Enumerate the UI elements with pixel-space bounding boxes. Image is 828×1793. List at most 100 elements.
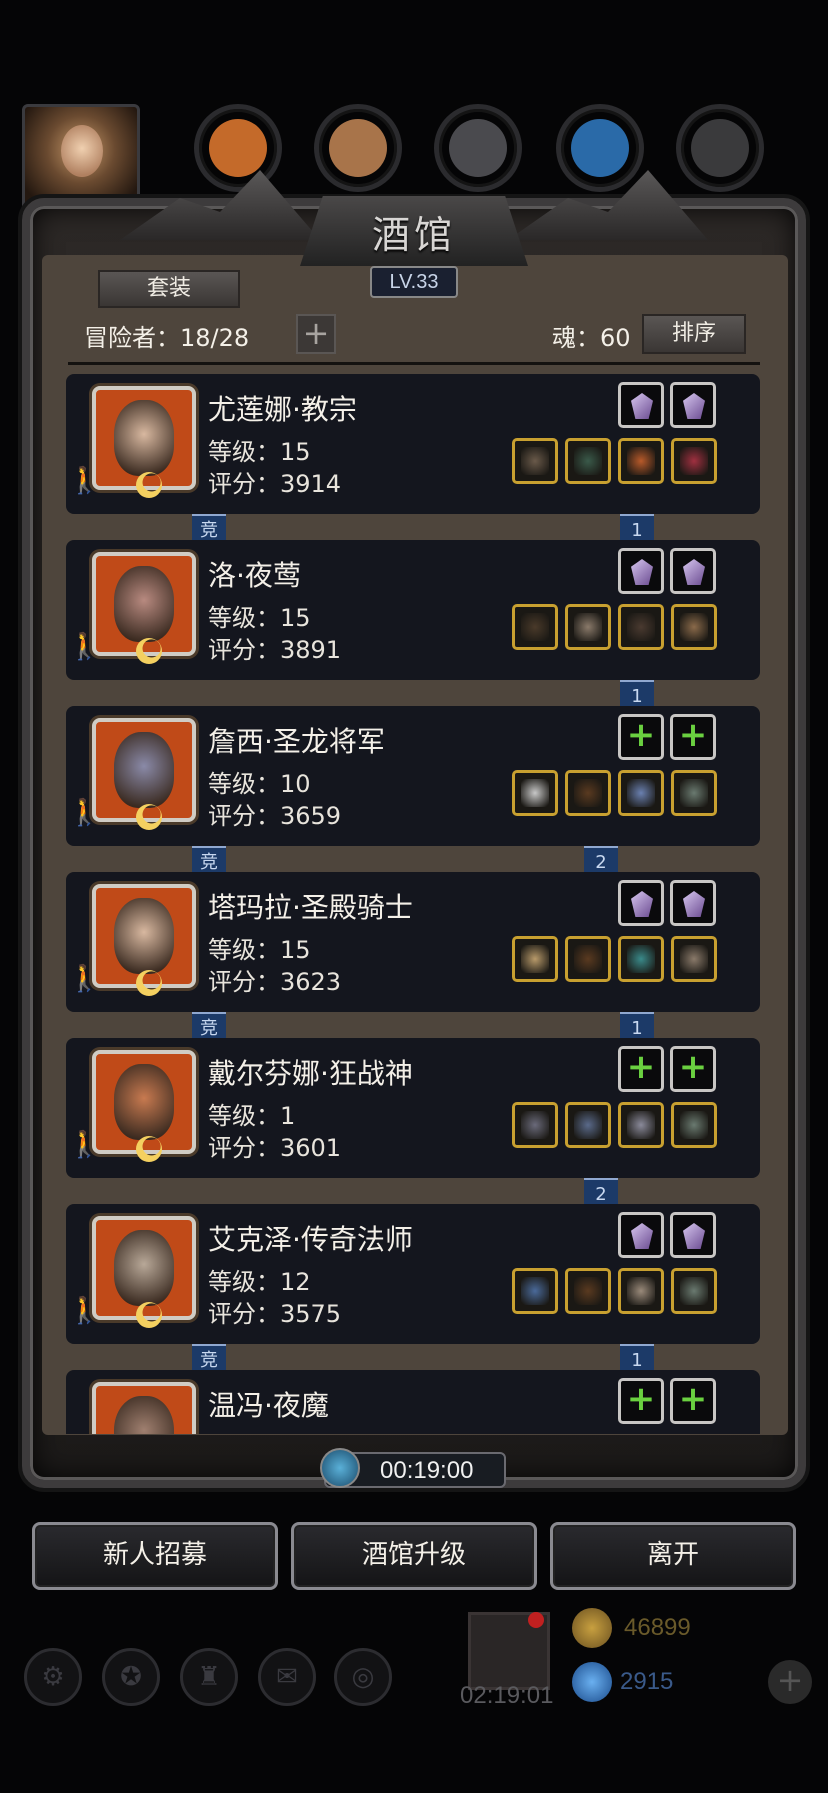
hero-card[interactable]: 🚶 洛·夜莺 等级：15 评分：3891 <box>66 540 760 680</box>
equipment-slot[interactable] <box>671 770 717 816</box>
hero-card[interactable]: 🚶 艾克泽·传奇法师 等级：12 评分：3575 <box>66 1204 760 1344</box>
hero-portrait[interactable] <box>92 1382 196 1434</box>
hero-name: 詹西·圣龙将军 <box>208 725 385 758</box>
empty-gem-slot[interactable]: + <box>618 1378 664 1424</box>
soul-gem-slot[interactable] <box>618 548 664 594</box>
hero-portrait[interactable] <box>92 1216 196 1328</box>
hero-portrait[interactable] <box>92 386 196 498</box>
tavern-level-badge: LV.33 <box>370 266 458 298</box>
equipment-slot[interactable] <box>565 438 611 484</box>
equipment-slot[interactable] <box>671 1268 717 1314</box>
add-adventurer-slot-button[interactable]: + <box>296 314 336 354</box>
set-button[interactable]: 套装 <box>98 270 240 308</box>
equipment-slot[interactable] <box>512 604 558 650</box>
equipment-icon <box>680 613 708 641</box>
soul-gem-icon <box>631 559 653 585</box>
soul-gem-slot[interactable] <box>670 880 716 926</box>
crystal-resource-icon[interactable] <box>556 104 644 192</box>
equipment-slot[interactable] <box>565 770 611 816</box>
empty-gem-slot[interactable]: + <box>670 714 716 760</box>
equipment-slot[interactable] <box>512 1102 558 1148</box>
hero-score: 评分：3914 <box>208 470 342 498</box>
equipment-slot[interactable] <box>671 936 717 982</box>
running-figure-icon: 🚶 <box>68 798 101 828</box>
empty-gem-slot[interactable]: + <box>670 1046 716 1092</box>
meat-resource-icon[interactable] <box>194 104 282 192</box>
emblem-icon[interactable]: ✪ <box>102 1648 160 1706</box>
running-figure-icon: 🚶 <box>68 466 101 496</box>
leave-button[interactable]: 离开 <box>550 1522 796 1590</box>
equipment-slot[interactable] <box>565 936 611 982</box>
hero-portrait[interactable] <box>92 1050 196 1162</box>
hero-score: 评分：3601 <box>208 1134 342 1162</box>
add-currency-icon[interactable]: + <box>768 1660 812 1704</box>
soul-gem-slot[interactable] <box>618 382 664 428</box>
equipment-icon <box>574 1111 602 1139</box>
hero-list[interactable]: 🚶 尤莲娜·教宗 等级：15 评分：3914 竞 1 🚶 洛·夜莺 等级：15 评分：3891 1… <box>66 374 760 1434</box>
moon-icon <box>136 472 162 498</box>
equipment-slot[interactable] <box>618 438 664 484</box>
tavern-upgrade-button[interactable]: 酒馆升级 <box>291 1522 537 1590</box>
stone-resource-icon[interactable] <box>434 104 522 192</box>
hero-card[interactable]: 🚶 戴尔芬娜·狂战神 等级：1 评分：3601 + + <box>66 1038 760 1178</box>
equipment-slot[interactable] <box>512 1268 558 1314</box>
castle-icon[interactable]: ♜ <box>180 1648 238 1706</box>
hero-card[interactable]: 🚶 尤莲娜·教宗 等级：15 评分：3914 <box>66 374 760 514</box>
globe-icon[interactable]: ◎ <box>334 1648 392 1706</box>
iron-resource-icon[interactable] <box>676 104 764 192</box>
panel-title: 酒馆 <box>371 212 456 257</box>
soul-gem-slot[interactable] <box>618 1212 664 1258</box>
empty-gem-slot[interactable]: + <box>670 1378 716 1424</box>
hero-portrait[interactable] <box>92 552 196 664</box>
soul-gem-slot[interactable] <box>670 548 716 594</box>
equipment-slot[interactable] <box>565 1268 611 1314</box>
hero-name: 温冯·夜魔 <box>208 1389 329 1422</box>
gold-coin-icon <box>572 1608 612 1648</box>
equipment-slot[interactable] <box>671 604 717 650</box>
equipment-slot[interactable] <box>618 936 664 982</box>
wood-resource-icon[interactable] <box>314 104 402 192</box>
hero-card[interactable]: 🚶 塔玛拉·圣殿骑士 等级：15 评分：3623 <box>66 872 760 1012</box>
hero-portrait[interactable] <box>92 718 196 830</box>
equipment-icon <box>521 447 549 475</box>
equipment-icon <box>680 945 708 973</box>
equipment-slot[interactable] <box>618 604 664 650</box>
soul-gem-icon <box>683 891 705 917</box>
equipment-icon <box>680 1111 708 1139</box>
soul-gem-slot[interactable] <box>670 382 716 428</box>
hero-level: 等级：15 <box>208 438 311 466</box>
equipment-slot[interactable] <box>618 1102 664 1148</box>
equipment-slot[interactable] <box>512 936 558 982</box>
adventurers-count: 冒险者：18/28 <box>84 324 250 352</box>
soul-gem-slot[interactable] <box>670 1212 716 1258</box>
equipment-slot[interactable] <box>512 770 558 816</box>
empty-gem-slot[interactable]: + <box>618 1046 664 1092</box>
hero-portrait[interactable] <box>92 884 196 996</box>
soul-count: 魂：60 <box>552 324 631 352</box>
header-divider <box>68 362 760 365</box>
hero-card[interactable]: 🚶 詹西·圣龙将军 等级：10 评分：3659 + + <box>66 706 760 846</box>
mail-icon[interactable]: ✉ <box>258 1648 316 1706</box>
equipment-icon <box>574 779 602 807</box>
equipment-slot[interactable] <box>565 1102 611 1148</box>
soul-gem-slot[interactable] <box>618 880 664 926</box>
sort-button[interactable]: 排序 <box>642 314 746 354</box>
equipment-slot[interactable] <box>618 770 664 816</box>
equipment-slot[interactable] <box>565 604 611 650</box>
soul-gem-icon <box>683 1223 705 1249</box>
avatar-face <box>61 125 103 177</box>
equipment-slot[interactable] <box>671 438 717 484</box>
hero-face <box>114 1064 174 1140</box>
equipment-slot[interactable] <box>618 1268 664 1314</box>
equipment-slot[interactable] <box>671 1102 717 1148</box>
hero-face <box>114 898 174 974</box>
equipment-slot[interactable] <box>512 438 558 484</box>
soul-gem-icon <box>631 393 653 419</box>
recruit-button[interactable]: 新人招募 <box>32 1522 278 1590</box>
hero-face <box>114 1396 174 1434</box>
equipment-icon <box>627 779 655 807</box>
hero-card[interactable]: 🚶温冯·夜魔等级++ <box>66 1370 760 1434</box>
empty-gem-slot[interactable]: + <box>618 714 664 760</box>
settings-icon[interactable]: ⚙ <box>24 1648 82 1706</box>
soul-gem-icon <box>683 393 705 419</box>
